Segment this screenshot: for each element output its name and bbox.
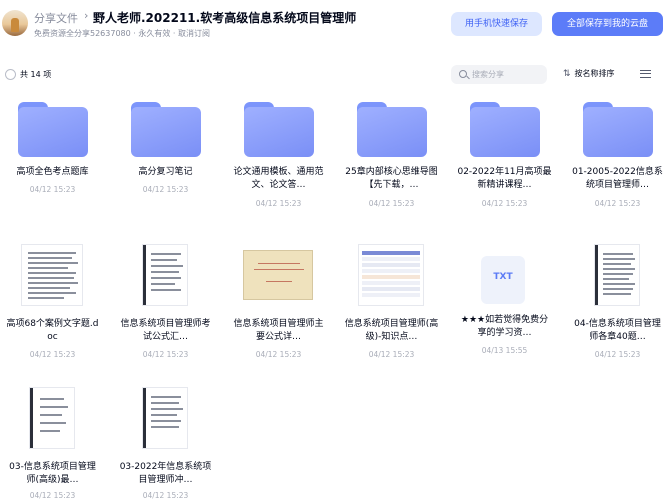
file-date: 04/12 15:23: [481, 199, 528, 208]
share-meta: 免费资源全分享52637080 · 永久有效 · 取消订阅: [34, 29, 210, 38]
file-date: 04/12 15:23: [368, 199, 415, 208]
file-date: 04/12 15:23: [594, 350, 641, 359]
file-date: 04/12 15:23: [142, 185, 189, 194]
folder-icon: [15, 96, 89, 158]
file-name: 01-2005-2022信息系统项目管理师…: [572, 167, 663, 190]
file-name: 03-2022年信息系统项目管理师冲…: [119, 462, 212, 485]
breadcrumb-separator-icon: ›: [84, 9, 89, 22]
breadcrumb-share-files[interactable]: 分享文件: [34, 10, 78, 26]
file-name: 信息系统项目管理师考试公式汇…: [120, 319, 211, 342]
pdf-thumbnail: [594, 244, 640, 306]
sort-icon: ⇅: [563, 69, 571, 79]
file-name: 25章内部核心思维导图【先下载，…: [345, 167, 438, 190]
save-via-phone-button[interactable]: 用手机快速保存: [451, 12, 542, 36]
file-date: 04/12 15:23: [29, 491, 76, 500]
ppt-thumbnail: [243, 250, 313, 300]
file-name: ★★★如若觉得免费分享的学习资…: [460, 315, 549, 338]
pdf-thumbnail: [29, 387, 75, 449]
file-date: 04/12 15:23: [29, 350, 76, 359]
search-icon: [459, 70, 467, 78]
file-name: 信息系统项目管理师主要公式详…: [233, 319, 324, 342]
txt-file-icon: TXT: [481, 256, 525, 304]
sort-by-name-button[interactable]: ⇅ 按名称排序: [563, 68, 615, 79]
folder-icon: [580, 96, 654, 158]
folder-icon: [128, 96, 202, 158]
file-date: 04/12 15:23: [142, 350, 189, 359]
pdf-thumbnail: [142, 387, 188, 449]
search-input[interactable]: [472, 68, 544, 81]
file-date: 04/12 15:23: [142, 491, 189, 500]
sort-label: 按名称排序: [574, 69, 615, 78]
folder-icon: [241, 96, 315, 158]
file-name: 高项68个案例文字题.doc: [6, 319, 99, 342]
file-name: 论文通用模板、通用范文、论文答…: [233, 167, 324, 190]
pdf-thumbnail: [142, 244, 188, 306]
folder-icon: [354, 96, 428, 158]
page-title: 野人老师.202211.软考高级信息系统项目管理师: [93, 11, 357, 25]
share-header: 分享文件 › 野人老师.202211.软考高级信息系统项目管理师 免费资源全分享…: [0, 0, 671, 52]
word-doc-thumbnail: [21, 244, 83, 306]
file-name: 03-信息系统项目管理师(高级)最…: [9, 462, 96, 485]
file-name: 信息系统项目管理师(高级)-知识点…: [344, 319, 439, 342]
file-name: 高项全色考点题库: [16, 167, 89, 177]
select-all-checkbox[interactable]: [5, 69, 16, 80]
file-date: 04/12 15:23: [29, 185, 76, 194]
file-name: 02-2022年11月高项最新精讲课程…: [457, 167, 552, 190]
file-date: 04/12 15:23: [368, 350, 415, 359]
txt-label: TXT: [493, 272, 513, 282]
search-box[interactable]: [451, 65, 547, 84]
file-date: 04/12 15:23: [594, 199, 641, 208]
folder-icon: [467, 96, 541, 158]
save-all-to-cloud-button[interactable]: 全部保存到我的云盘: [552, 12, 663, 36]
view-mode-menu-icon[interactable]: [640, 70, 651, 78]
file-date: 04/13 15:55: [481, 346, 528, 355]
file-name: 高分复习笔记: [138, 167, 193, 177]
item-count: 共 14 项: [20, 70, 52, 79]
file-date: 04/12 15:23: [255, 350, 302, 359]
spreadsheet-thumbnail: [358, 244, 424, 306]
file-date: 04/12 15:23: [255, 199, 302, 208]
sharer-avatar[interactable]: [2, 10, 28, 36]
file-name: 04-信息系统项目管理师各章40题…: [574, 319, 661, 342]
